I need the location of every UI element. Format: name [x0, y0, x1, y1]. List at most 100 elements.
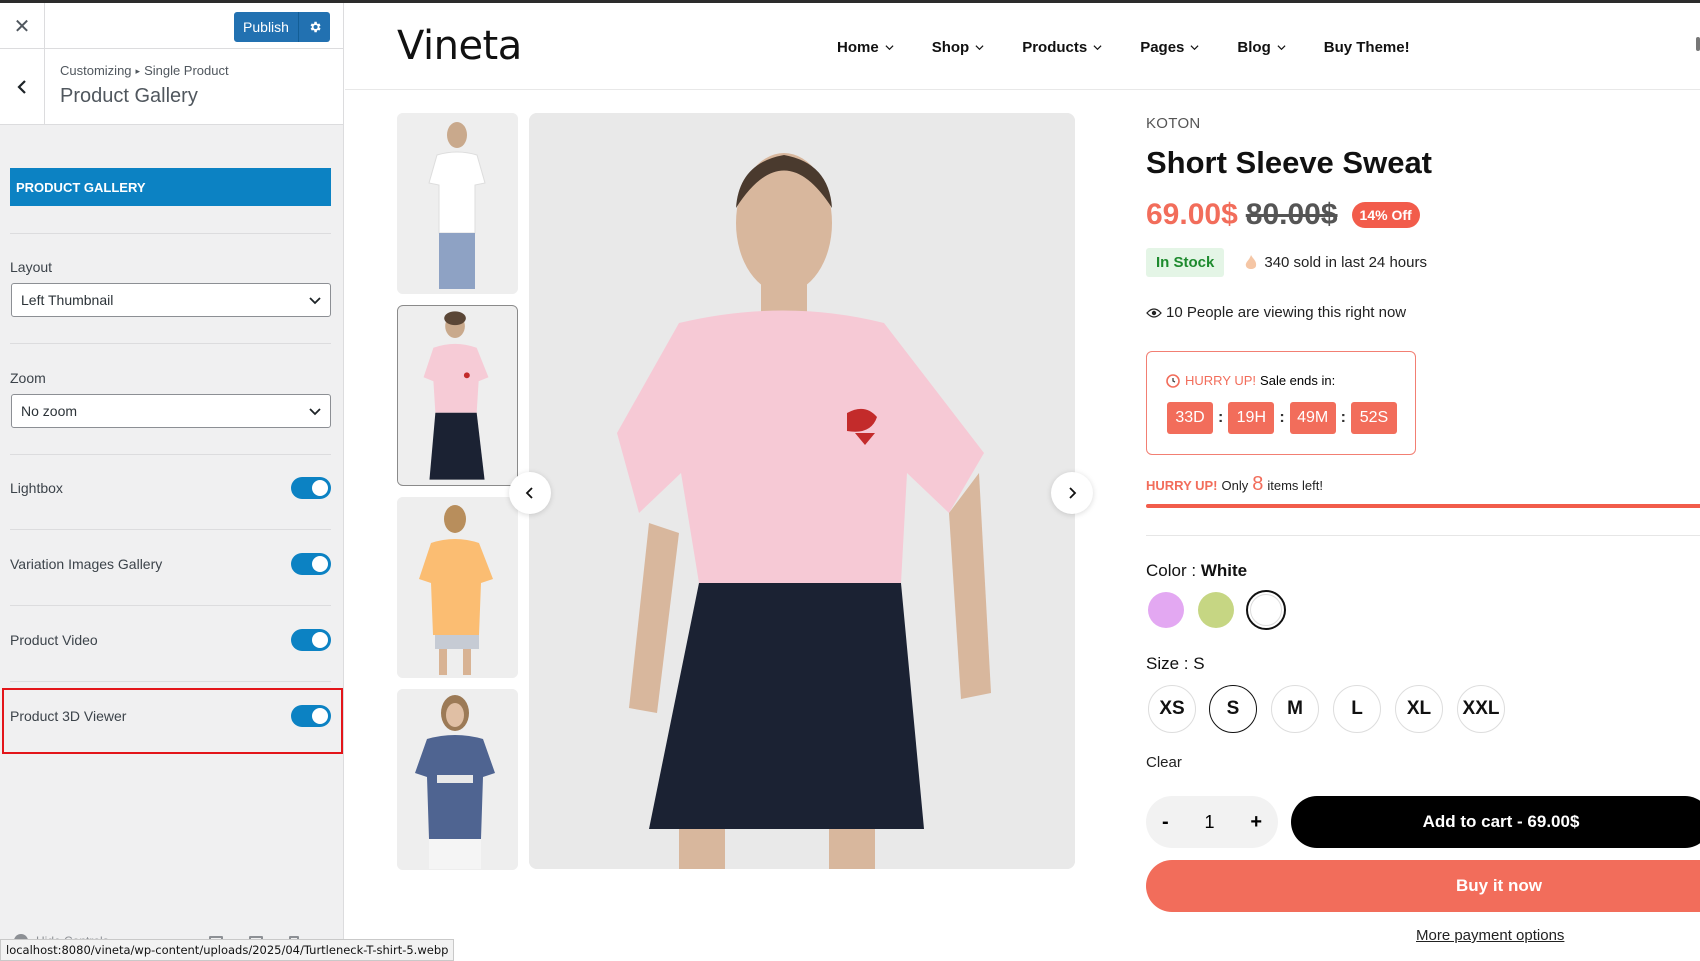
quantity-increase-button[interactable]: +: [1250, 811, 1262, 834]
nav-item-home[interactable]: Home: [837, 39, 894, 56]
countdown-colon: :: [1340, 409, 1346, 426]
toggle-row-product-video: Product Video: [10, 620, 331, 660]
main-nav: Home Shop Products Pages Blog Buy Theme!: [837, 39, 1448, 56]
layout-label: Layout: [10, 259, 53, 275]
gallery-thumbnail-orange-tee[interactable]: [397, 497, 518, 678]
nav-label: Blog: [1237, 39, 1271, 56]
chevron-left-icon: [525, 487, 533, 499]
chevron-down-icon: [975, 45, 984, 51]
nav-item-buy-theme[interactable]: Buy Theme!: [1324, 39, 1410, 56]
zoom-select[interactable]: No zoom: [11, 394, 331, 428]
product-photo-thumbnail: [397, 497, 518, 678]
toggle-knob: [312, 556, 328, 572]
size-label: Size : S: [1146, 654, 1205, 674]
browser-status-bar: localhost:8080/vineta/wp-content/uploads…: [0, 939, 455, 961]
site-preview: Vineta Home Shop Products Pages Blog Buy…: [345, 3, 1700, 961]
toggle-row-variation-gallery: Variation Images Gallery: [10, 544, 331, 584]
add-to-cart-button[interactable]: Add to cart - 69.00$: [1291, 796, 1700, 848]
alarm-clock-icon: [1166, 374, 1180, 388]
clear-selection-link[interactable]: Clear: [1146, 754, 1182, 771]
back-button[interactable]: [0, 49, 45, 125]
chevron-left-icon: [17, 80, 26, 94]
gallery-thumbnail-pink-tee[interactable]: [397, 305, 518, 486]
flame-icon: [1246, 254, 1257, 269]
size-option-xl[interactable]: XL: [1395, 685, 1443, 733]
chevron-down-icon: [309, 297, 321, 305]
main-product-image[interactable]: [529, 113, 1075, 869]
nav-label: Home: [837, 39, 879, 56]
gallery-next-button[interactable]: [1051, 472, 1093, 514]
divider: [1146, 535, 1700, 536]
gear-icon: [310, 21, 321, 33]
sold-count: 340 sold in last 24 hours: [1244, 254, 1427, 272]
toggle-label: Lightbox: [10, 480, 63, 496]
site-logo[interactable]: Vineta: [397, 23, 522, 69]
color-swatch-white[interactable]: [1246, 590, 1286, 630]
price-row: 69.00$ 80.00$ 14% Off: [1146, 198, 1420, 232]
size-option-xs[interactable]: XS: [1148, 685, 1196, 733]
size-option-l[interactable]: L: [1333, 685, 1381, 733]
panel-heading: PRODUCT GALLERY: [10, 168, 331, 206]
close-customizer-button[interactable]: ✕: [0, 3, 45, 49]
lightbox-toggle[interactable]: [291, 477, 331, 499]
breadcrumb-parent: Single Product: [144, 63, 229, 78]
countdown-hours: 19H: [1228, 402, 1275, 434]
product-title: Short Sleeve Sweat: [1146, 145, 1433, 180]
size-option-s[interactable]: S: [1209, 685, 1257, 733]
zoom-label: Zoom: [10, 370, 46, 386]
product-video-toggle[interactable]: [291, 629, 331, 651]
color-label: Color : White: [1146, 561, 1247, 581]
countdown-header: HURRY UP! Sale ends in:: [1165, 372, 1335, 388]
product-brand[interactable]: KOTON: [1146, 115, 1201, 132]
more-payment-options-link[interactable]: More payment options: [1416, 927, 1564, 944]
gallery-prev-button[interactable]: [509, 472, 551, 514]
chevron-down-icon: [1093, 45, 1102, 51]
nav-label: Pages: [1140, 39, 1185, 56]
gallery-thumbnail-navy-tee[interactable]: [397, 689, 518, 870]
site-header: Vineta Home Shop Products Pages Blog Buy…: [345, 3, 1700, 90]
size-selected-value: S: [1193, 654, 1205, 673]
stock-badge: In Stock: [1146, 248, 1225, 277]
items-left-count: 8: [1252, 473, 1264, 495]
size-label-text: Size :: [1146, 654, 1189, 673]
size-option-m[interactable]: M: [1271, 685, 1319, 733]
countdown-label: Sale ends in:: [1260, 372, 1336, 388]
customizer-header: ✕ Publish: [0, 3, 343, 49]
countdown-minutes: 49M: [1289, 402, 1336, 434]
close-icon: ✕: [13, 15, 31, 38]
countdown-timer: 33D : 19H : 49M : 52S: [1167, 402, 1397, 434]
size-option-xxl[interactable]: XXL: [1457, 685, 1505, 733]
viewing-count: 10 People are viewing this right now: [1146, 304, 1406, 321]
viewing-text: 10 People are viewing this right now: [1166, 304, 1407, 321]
nav-item-pages[interactable]: Pages: [1140, 39, 1199, 56]
quantity-value[interactable]: 1: [1204, 812, 1214, 833]
header-edge-icon: [1696, 37, 1700, 51]
buy-now-button[interactable]: Buy it now: [1146, 860, 1700, 912]
quantity-stepper: - 1 +: [1146, 796, 1278, 848]
layout-select-value: Left Thumbnail: [21, 292, 114, 308]
color-swatch-green[interactable]: [1198, 592, 1234, 628]
section-title: Product Gallery: [60, 85, 198, 107]
color-swatch-purple[interactable]: [1148, 592, 1184, 628]
breadcrumb-root: Customizing: [60, 63, 132, 78]
gallery-thumbnail-white-tee[interactable]: [397, 113, 518, 294]
publish-button[interactable]: Publish: [234, 12, 298, 42]
chevron-down-icon: [885, 45, 894, 51]
countdown-seconds: 52S: [1350, 402, 1397, 434]
nav-item-shop[interactable]: Shop: [932, 39, 985, 56]
product-photo-thumbnail: [397, 113, 518, 294]
toggle-label: Variation Images Gallery: [10, 556, 163, 572]
quantity-decrease-button[interactable]: -: [1162, 811, 1169, 834]
divider: [10, 233, 331, 234]
publish-group: Publish: [234, 12, 330, 42]
nav-item-products[interactable]: Products: [1022, 39, 1102, 56]
eye-icon: [1146, 307, 1162, 318]
nav-item-blog[interactable]: Blog: [1237, 39, 1286, 56]
section-header: Customizing ▸ Single Product Product Galle…: [0, 49, 343, 125]
old-price: 80.00$: [1245, 198, 1338, 231]
product-photo-thumbnail: [398, 306, 517, 485]
publish-settings-button[interactable]: [298, 12, 330, 42]
layout-select[interactable]: Left Thumbnail: [11, 283, 331, 317]
variation-gallery-toggle[interactable]: [291, 553, 331, 575]
toggle-knob: [312, 632, 328, 648]
